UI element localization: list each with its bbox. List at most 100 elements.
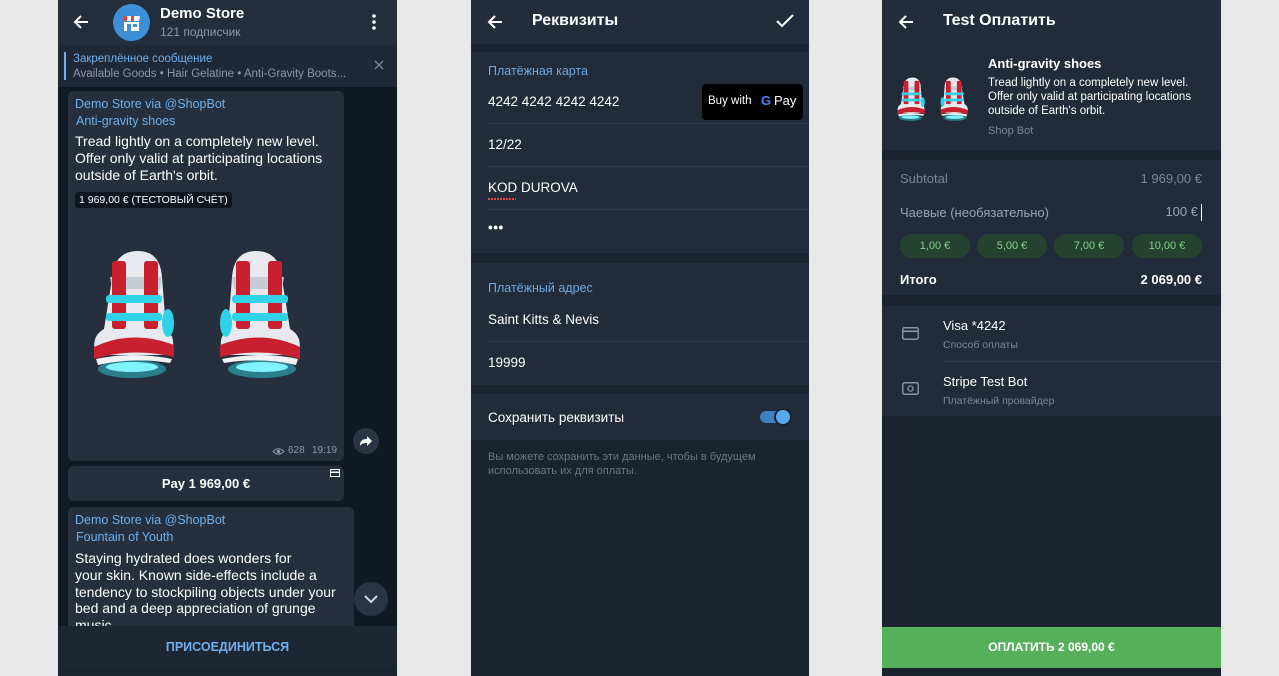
price-badge: 1 969,00 € (ТЕСТОВЫЙ СЧЁТ) <box>75 192 232 208</box>
back-arrow-icon[interactable] <box>486 13 504 31</box>
payment-method-row[interactable]: Visa *4242 Способ оплаты <box>882 306 1221 361</box>
card-section-title: Платёжная карта <box>488 64 588 78</box>
subtotal-label: Subtotal <box>900 171 948 186</box>
channel-screen: Demo Store 121 подписчик Закреплённое со… <box>58 0 397 676</box>
save-details-label: Сохранить реквизиты <box>488 410 625 425</box>
subtotal-value: 1 969,00 € <box>1140 171 1202 186</box>
payment-provider-icon <box>902 382 919 395</box>
spellcheck-underline <box>488 198 516 200</box>
tip-chip[interactable]: 10,00 € <box>1132 234 1202 258</box>
tip-chip[interactable]: 1,00 € <box>900 234 970 258</box>
gpay-label: Buy with <box>708 95 752 107</box>
checkmark-icon[interactable] <box>776 14 794 28</box>
address-section-title: Платёжный адрес <box>488 281 593 295</box>
page-title: Реквизиты <box>532 12 619 29</box>
message-text-line: Staying hydrated does wonders for <box>75 550 292 566</box>
message-text-line: outside of Earth's orbit. <box>75 167 218 183</box>
payment-provider-title: Stripe Test Bot <box>943 374 1028 389</box>
message-text-line: bed and a deep appreciation of grunge <box>75 600 316 616</box>
message-text-line: Offer only valid at participating locati… <box>75 150 323 166</box>
google-pay-button[interactable]: Buy with G Pay <box>702 84 803 120</box>
gpay-pay: Pay <box>774 93 797 108</box>
channel-title[interactable]: Demo Store <box>160 5 244 22</box>
message-bubble[interactable]: Demo Store via @ShopBot Fountain of Yout… <box>68 507 354 633</box>
payment-options: Visa *4242 Способ оплаты Stripe Test Bot… <box>882 306 1221 416</box>
pay-button[interactable]: ОПЛАТИТЬ 2 069,00 € <box>882 627 1221 668</box>
pinned-message-bar[interactable]: Закреплённое сообщение Available Goods •… <box>58 45 397 87</box>
seller-name: Shop Bot <box>988 125 1034 137</box>
scroll-down-button[interactable] <box>354 582 388 616</box>
cvc-field[interactable]: ••• <box>488 220 504 235</box>
details-header: Реквизиты <box>471 0 809 44</box>
divider <box>488 123 809 124</box>
pinned-indicator <box>64 52 66 80</box>
save-hint-line: Вы можете сохранить эти данные, чтобы в … <box>488 451 756 463</box>
credit-card-icon <box>902 327 919 340</box>
store-icon <box>123 16 140 31</box>
tip-chip[interactable]: 7,00 € <box>1054 234 1124 258</box>
payment-method-title: Visa *4242 <box>943 318 1006 333</box>
invoice-card-icon <box>330 469 340 477</box>
views-count: 628 <box>288 445 305 456</box>
views-icon <box>272 448 285 455</box>
more-menu-icon[interactable] <box>369 13 379 31</box>
message-text-line: tendency to stockpiling objects under yo… <box>75 584 336 600</box>
payment-method-sub: Способ оплаты <box>943 339 1018 351</box>
google-g-icon: G <box>761 93 772 108</box>
join-button[interactable]: ПРИСОЕДИНИТЬСЯ <box>58 626 397 668</box>
back-arrow-icon[interactable] <box>72 13 90 31</box>
tip-chip[interactable]: 5,00 € <box>977 234 1047 258</box>
save-details-toggle[interactable] <box>760 408 792 426</box>
save-hint-line: использовать их для оплаты. <box>488 465 638 477</box>
message-sender[interactable]: Demo Store via @ShopBot <box>75 513 225 527</box>
invoice-message[interactable]: Demo Store via @ShopBot Anti-gravity sho… <box>68 91 344 461</box>
chevron-down-icon <box>364 595 378 604</box>
product-desc-line: Offer only valid at participating locati… <box>988 91 1192 103</box>
cardholder-field[interactable]: KOD DUROVA <box>488 180 578 195</box>
close-icon[interactable] <box>374 60 384 70</box>
product-desc-line: Tread lightly on a completely new level. <box>988 77 1189 89</box>
divider <box>488 341 809 342</box>
pinned-label: Закреплённое сообщение <box>73 53 213 65</box>
divider <box>488 166 809 167</box>
message-product-title: Anti-gravity shoes <box>76 114 176 128</box>
product-thumbnail <box>897 77 968 121</box>
total-value: 2 069,00 € <box>1140 272 1202 287</box>
message-product-title: Fountain of Youth <box>76 530 174 544</box>
channel-avatar[interactable] <box>113 4 150 41</box>
country-field[interactable]: Saint Kitts & Nevis <box>488 312 599 327</box>
page-title: Test Оплатить <box>943 12 1056 29</box>
checkout-screen: Test Оплатить Anti-gravity shoes Tread l… <box>882 0 1221 676</box>
divider <box>488 209 809 210</box>
tips-input[interactable]: 100 € <box>1165 204 1202 221</box>
message-list[interactable]: Demo Store via @ShopBot Anti-gravity sho… <box>58 87 397 633</box>
toggle-knob <box>774 408 792 426</box>
message-time: 19:19 <box>312 445 338 456</box>
pay-inline-button[interactable]: Pay 1 969,00 € <box>68 466 344 501</box>
address-section: Платёжный адрес Saint Kitts & Nevis 1999… <box>471 263 809 385</box>
pinned-text: Available Goods • Hair Gelatine • Anti-G… <box>73 68 347 80</box>
card-number-field[interactable]: 4242 4242 4242 4242 <box>488 94 619 109</box>
save-details-row[interactable]: Сохранить реквизиты <box>471 394 809 440</box>
card-section: Платёжная карта 4242 4242 4242 4242 Buy … <box>471 52 809 253</box>
product-card: Anti-gravity shoes Tread lightly on a co… <box>882 44 1221 150</box>
product-title: Anti-gravity shoes <box>988 56 1102 71</box>
payment-provider-sub: Платёжный провайдер <box>943 395 1055 407</box>
message-text-line: Tread lightly on a completely new level. <box>75 133 319 149</box>
zip-field[interactable]: 19999 <box>488 355 526 370</box>
channel-header: Demo Store 121 подписчик <box>58 0 397 45</box>
price-summary: Subtotal 1 969,00 € Чаевые (необязательн… <box>882 160 1221 295</box>
checkout-header: Test Оплатить <box>882 0 1221 44</box>
back-arrow-icon[interactable] <box>897 13 915 31</box>
channel-subscribers: 121 подписчик <box>160 25 241 39</box>
product-desc-line: outside of Earth's orbit. <box>988 105 1106 117</box>
total-label: Итого <box>900 272 937 287</box>
share-icon <box>360 436 372 446</box>
message-sender[interactable]: Demo Store via @ShopBot <box>75 97 225 111</box>
expiry-field[interactable]: 12/22 <box>488 137 522 152</box>
message-text-line: your skin. Known side-effects include a <box>75 567 317 583</box>
share-button[interactable] <box>353 428 379 454</box>
product-image[interactable] <box>78 239 318 389</box>
payment-provider-row[interactable]: Stripe Test Bot Платёжный провайдер <box>882 362 1221 416</box>
tips-label: Чаевые (необязательно) <box>900 205 1049 220</box>
